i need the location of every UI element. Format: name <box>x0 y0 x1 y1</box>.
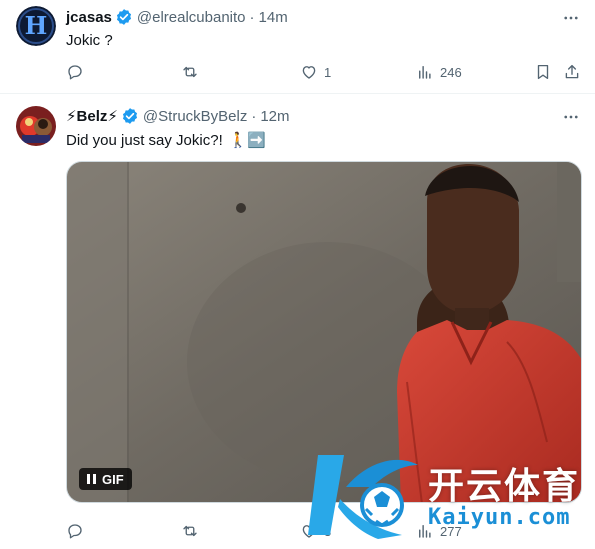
watermark-chinese: 开云体育 <box>428 466 581 507</box>
avatar[interactable] <box>16 106 56 146</box>
timestamp[interactable]: 14m <box>259 9 288 26</box>
repost-button[interactable] <box>181 62 205 82</box>
more-icon[interactable] <box>561 8 581 28</box>
tweet-text-row: Did you just say Jokic?! 🚶➡️ <box>66 131 267 150</box>
more-icon[interactable] <box>561 107 581 127</box>
verified-badge-icon <box>121 107 139 125</box>
tweet-jcasas[interactable]: H jcasas @elrealcubanito · 14m Jokic ? 1… <box>0 0 595 94</box>
walking-arrow-emoji: 🚶➡️ <box>228 132 267 149</box>
tweet-text: Did you just say Jokic?! <box>66 131 223 149</box>
bookmark-icon <box>537 64 549 80</box>
watermark-latin: Kaiyun.com <box>428 505 571 530</box>
repost-button[interactable] <box>181 521 205 541</box>
view-count: 246 <box>440 64 462 80</box>
display-name[interactable]: jcasas <box>66 9 112 26</box>
svg-text:H: H <box>25 11 48 40</box>
timestamp[interactable]: 12m <box>260 108 289 125</box>
separator-dot: · <box>249 8 255 26</box>
views-icon <box>419 66 431 79</box>
reply-icon <box>68 524 82 539</box>
watermark: 开云体育 Kaiyun.com <box>306 443 592 549</box>
tweet-text: Jokic ? <box>66 32 113 49</box>
views-button[interactable]: 246 <box>416 62 462 82</box>
share-icon <box>565 64 579 79</box>
verified-badge-icon <box>115 8 133 26</box>
pause-icon[interactable] <box>87 474 96 484</box>
reply-button[interactable] <box>66 521 90 541</box>
like-count: 1 <box>324 64 332 80</box>
user-handle[interactable]: @StruckByBelz <box>143 108 247 125</box>
bookmark-button[interactable] <box>534 62 552 82</box>
share-button[interactable] <box>563 62 581 82</box>
tweet-header: jcasas @elrealcubanito · 14m <box>66 8 288 26</box>
avatar-image: H <box>16 6 56 46</box>
like-icon <box>302 66 316 79</box>
display-name[interactable]: ⚡Belz⚡ <box>66 107 118 125</box>
avatar[interactable]: H <box>16 6 56 46</box>
avatar-image <box>16 106 56 146</box>
user-handle[interactable]: @elrealcubanito <box>137 9 246 26</box>
watermark-logo <box>308 455 418 539</box>
tweet-header: ⚡Belz⚡ @StruckByBelz · 12m <box>66 107 290 126</box>
repost-icon <box>183 66 197 78</box>
repost-icon <box>183 525 197 537</box>
gif-control[interactable]: GIF <box>79 468 132 490</box>
gif-label: GIF <box>102 471 124 487</box>
reply-icon <box>68 65 82 80</box>
like-button[interactable]: 1 <box>300 62 331 82</box>
separator-dot: · <box>251 107 257 125</box>
action-bar: 1 246 <box>66 62 582 82</box>
reply-button[interactable] <box>66 62 90 82</box>
